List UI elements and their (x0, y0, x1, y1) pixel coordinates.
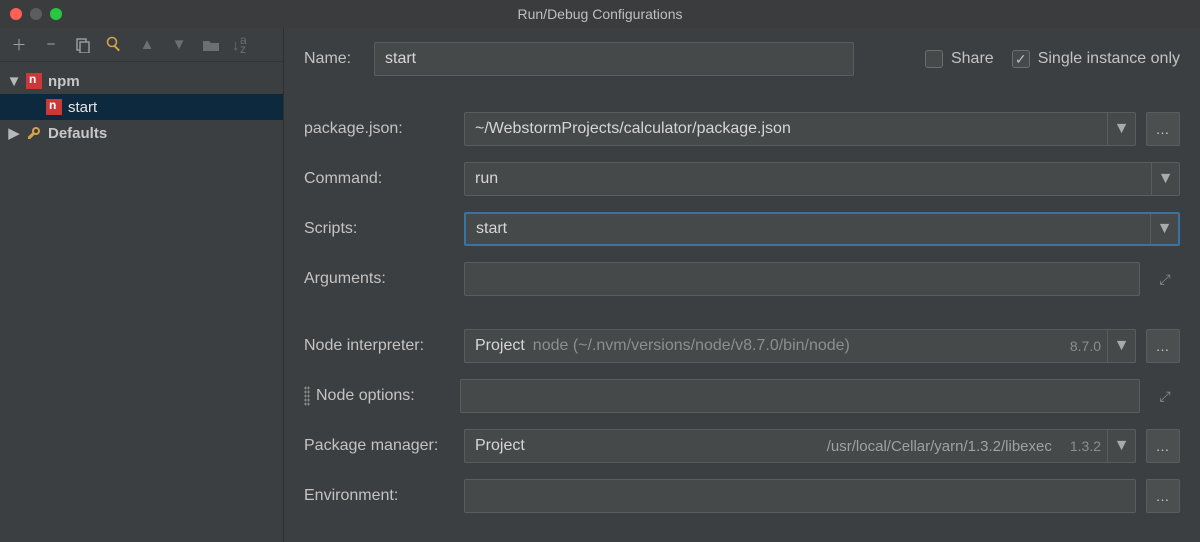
sidebar-toolbar: ＋ − ▲ ▼ a z ↓ (0, 28, 283, 62)
chevron-down-icon: ▼ (1107, 430, 1135, 462)
pkgmgr-prefix: Project (475, 437, 525, 455)
expand-icon[interactable]: ⤢ (1150, 262, 1180, 296)
drag-handle-icon[interactable] (304, 386, 310, 406)
environment-input[interactable] (464, 479, 1136, 513)
checkbox-icon (925, 50, 943, 68)
tree-label: Defaults (48, 125, 107, 142)
pkgmgr-path: /usr/local/Cellar/yarn/1.3.2/libexec (827, 438, 1060, 455)
tree-node-defaults[interactable]: ▶ Defaults (0, 120, 283, 146)
command-combo[interactable]: run ▼ (464, 162, 1180, 196)
pkgmgr-combo[interactable]: Project /usr/local/Cellar/yarn/1.3.2/lib… (464, 429, 1136, 463)
package-json-value: ~/WebstormProjects/calculator/package.js… (475, 120, 791, 138)
package-json-combo[interactable]: ~/WebstormProjects/calculator/package.js… (464, 112, 1136, 146)
arguments-input[interactable] (464, 262, 1140, 296)
scripts-label: Scripts: (304, 220, 464, 238)
window-title: Run/Debug Configurations (0, 6, 1200, 22)
move-down-icon[interactable]: ▼ (170, 36, 188, 54)
config-panel: Name: Share ✓ Single instance only packa… (284, 28, 1200, 542)
pkgmgr-version: 1.3.2 (1070, 438, 1107, 454)
pkgmgr-label: Package manager: (304, 437, 464, 455)
share-checkbox[interactable]: Share (925, 50, 994, 68)
sidebar: ＋ − ▲ ▼ a z ↓ ▼ npm (0, 28, 284, 542)
tree-node-start[interactable]: start (0, 94, 283, 120)
browse-button[interactable]: … (1146, 329, 1180, 363)
browse-button[interactable]: … (1146, 112, 1180, 146)
npm-icon (46, 99, 62, 115)
name-label: Name: (304, 50, 374, 68)
node-options-label: Node options: (316, 387, 460, 405)
package-json-label: package.json: (304, 120, 464, 138)
chevron-down-icon: ▼ (1150, 214, 1178, 244)
share-label: Share (951, 50, 994, 68)
interpreter-detail: node (~/.nvm/versions/node/v8.7.0/bin/no… (533, 337, 850, 355)
interpreter-prefix: Project (475, 337, 525, 355)
tree-label: start (68, 99, 97, 116)
scripts-combo[interactable]: start ▼ (464, 212, 1180, 246)
environment-label: Environment: (304, 487, 464, 505)
node-options-input[interactable] (460, 379, 1140, 413)
interpreter-combo[interactable]: Project node (~/.nvm/versions/node/v8.7.… (464, 329, 1136, 363)
single-instance-checkbox[interactable]: ✓ Single instance only (1012, 50, 1180, 68)
config-tree[interactable]: ▼ npm start ▶ Defaults (0, 62, 283, 146)
chevron-down-icon: ▼ (1107, 330, 1135, 362)
chevron-down-icon: ▼ (1107, 113, 1135, 145)
single-instance-label: Single instance only (1038, 50, 1180, 68)
scripts-value: start (476, 220, 507, 238)
name-input[interactable] (374, 42, 854, 76)
browse-button[interactable]: … (1146, 429, 1180, 463)
add-icon[interactable]: ＋ (10, 36, 28, 54)
tree-label: npm (48, 73, 80, 90)
browse-button[interactable]: … (1146, 479, 1180, 513)
folder-icon[interactable] (202, 36, 220, 54)
command-value: run (475, 170, 498, 188)
sort-icon[interactable]: a z ↓ (234, 36, 252, 54)
chevron-down-icon: ▼ (8, 73, 20, 90)
chevron-right-icon: ▶ (8, 124, 20, 142)
interpreter-version: 8.7.0 (1070, 338, 1107, 354)
command-label: Command: (304, 170, 464, 188)
interpreter-label: Node interpreter: (304, 337, 464, 355)
wrench-icon (26, 125, 42, 141)
save-template-icon[interactable] (106, 36, 124, 54)
checkbox-checked-icon: ✓ (1012, 50, 1030, 68)
remove-icon[interactable]: − (42, 36, 60, 54)
divider (304, 314, 1180, 315)
tree-node-npm[interactable]: ▼ npm (0, 68, 283, 94)
move-up-icon[interactable]: ▲ (138, 36, 156, 54)
expand-icon[interactable]: ⤢ (1150, 379, 1180, 413)
arguments-label: Arguments: (304, 270, 464, 288)
npm-icon (26, 73, 42, 89)
chevron-down-icon: ▼ (1151, 163, 1179, 195)
copy-icon[interactable] (74, 36, 92, 54)
titlebar: Run/Debug Configurations (0, 0, 1200, 28)
